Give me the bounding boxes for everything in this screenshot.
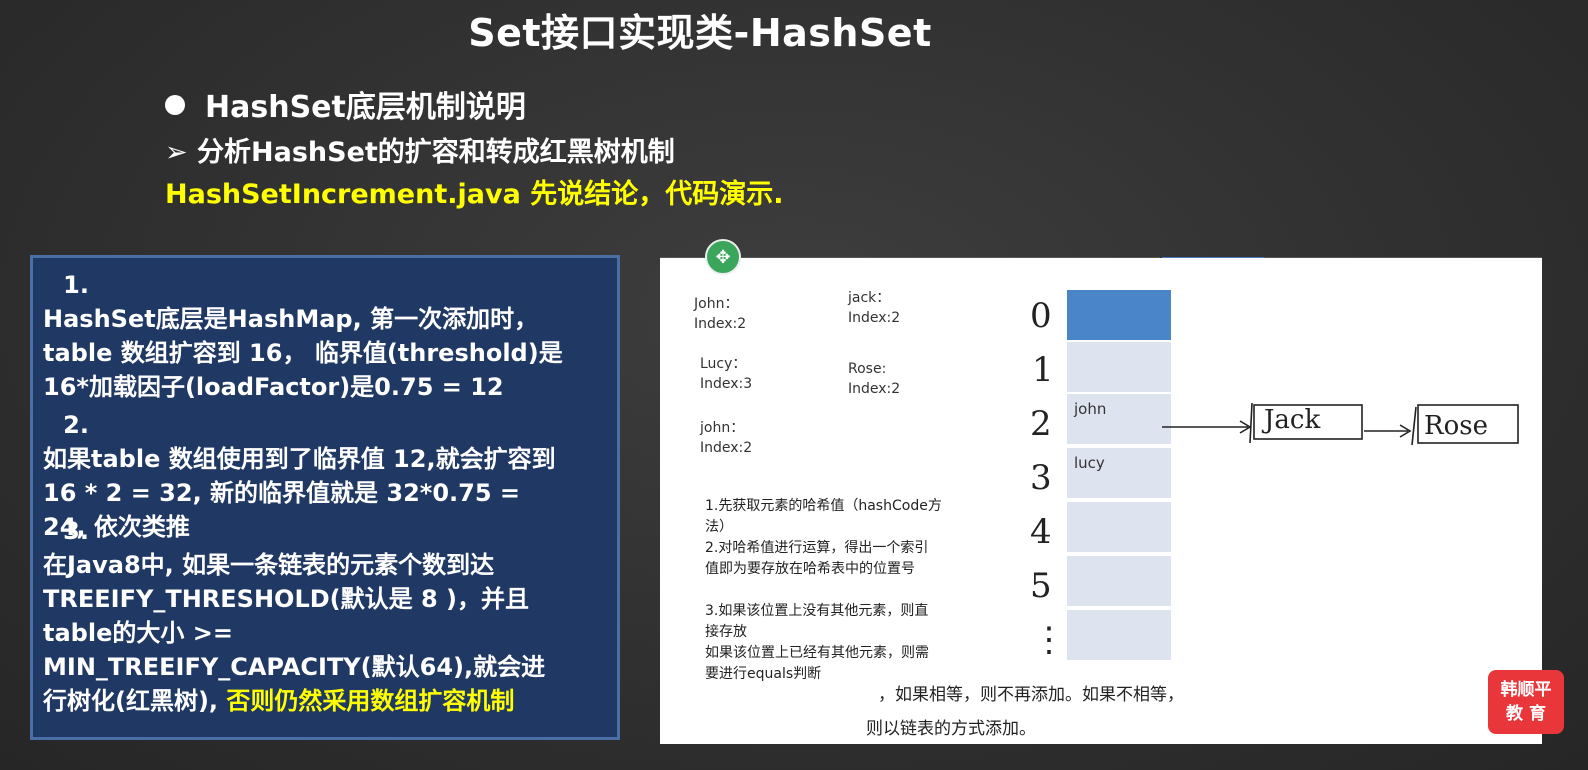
index-4: 4	[1030, 512, 1052, 552]
note-line-2: 则以链表的方式添加。	[866, 719, 1036, 739]
item-text: 在Java8中, 如果一条链表的元素个数到达 TREEIFY_THRESHOLD…	[43, 551, 546, 715]
index-2: 2	[1030, 404, 1052, 444]
sub-heading: ➢ 分析HashSet的扩容和转成红黑树机制	[165, 137, 675, 168]
table-cell-6	[1067, 610, 1171, 662]
diagram-panel: John： Index:2 jack： Index:2 Lucy： Index:3 R…	[660, 258, 1542, 744]
index-more: ⋮	[1032, 620, 1066, 660]
note-line-1: ，如果相等，则不再添加。如果不相等，	[878, 685, 1184, 705]
highlight-text: 否则仍然采用数组扩容机制	[226, 687, 515, 715]
label-jack: jack： Index:2	[848, 290, 901, 326]
index-5: 5	[1030, 566, 1052, 606]
conclusion-box: 1. HashSet底层是HashMap, 第一次添加时，table 数组扩容到 …	[30, 255, 620, 740]
node-jack: Jack	[1264, 405, 1321, 435]
bullet-heading: HashSet底层机制说明	[165, 82, 526, 126]
table-cell-1	[1067, 342, 1171, 394]
steps-text: 1.先获取元素的哈希值（hashCode方 法） 2.对哈希值进行运算，得出一个…	[705, 498, 942, 682]
cell-lucy: lucy	[1074, 454, 1105, 472]
bullet-dot-icon	[165, 94, 185, 115]
bullet-text: HashSet底层机制说明	[205, 90, 526, 125]
slide-title: Set接口实现类-HashSet	[468, 11, 932, 55]
label-john2: john： Index:2	[700, 420, 753, 456]
label-rose: Rose: Index:2	[848, 361, 901, 397]
table-cell-0	[1067, 290, 1171, 342]
brand-logo: 韩顺平 教 育	[1488, 670, 1564, 734]
index-0: 0	[1030, 296, 1052, 336]
label-lucy: Lucy： Index:3	[700, 356, 753, 392]
node-rose: Rose	[1424, 411, 1488, 441]
item-text: HashSet底层是HashMap, 第一次添加时，table 数组扩容到 16…	[43, 305, 563, 401]
cursor-move-icon: ✥	[705, 239, 741, 275]
highlight-line: HashSetIncrement.java 先说结论，代码演示.	[165, 179, 784, 210]
item-number: 1.	[63, 271, 89, 299]
table-cell-5	[1067, 556, 1171, 608]
list-item: 3. 在Java8中, 如果一条链表的元素个数到达 TREEIFY_THRESHO…	[43, 514, 617, 718]
label-john: John： Index:2	[694, 296, 747, 332]
index-3: 3	[1030, 458, 1052, 498]
list-item: 1. HashSet底层是HashMap, 第一次添加时，table 数组扩容到 …	[43, 268, 617, 404]
index-1: 1	[1032, 350, 1054, 390]
cell-john: john	[1074, 400, 1107, 418]
item-number: 2.	[63, 411, 89, 439]
table-cell-4	[1067, 502, 1171, 554]
item-number: 3.	[63, 517, 89, 545]
